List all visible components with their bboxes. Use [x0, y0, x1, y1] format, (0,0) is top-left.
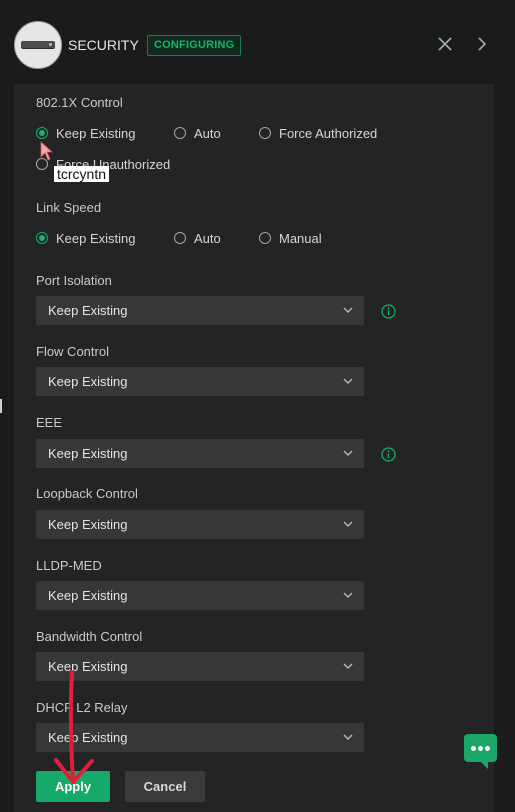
window-edge-marker	[0, 399, 2, 413]
link-speed-manual-radio[interactable]: Manual	[259, 229, 322, 247]
dot1x-label: 802.1X Control	[36, 95, 123, 110]
eee-label: EEE	[36, 415, 63, 430]
status-badge: CONFIGURING	[147, 35, 242, 56]
lldp-med-label: LLDP-MED	[36, 558, 102, 573]
cancel-button[interactable]: Cancel	[125, 771, 205, 802]
chevron-down-icon	[343, 592, 353, 598]
loopback-control-select[interactable]: Keep Existing	[36, 510, 364, 539]
port-isolation-label: Port Isolation	[36, 273, 112, 288]
loopback-control-label: Loopback Control	[36, 486, 138, 501]
chevron-down-icon	[343, 663, 353, 669]
chevron-right-icon[interactable]	[471, 33, 493, 55]
dot1x-force-authorized-radio[interactable]: Force Authorized	[259, 124, 377, 142]
bandwidth-control-label: Bandwidth Control	[36, 629, 143, 644]
chevron-down-icon	[343, 307, 353, 313]
annotation-arrow	[54, 670, 94, 784]
info-icon[interactable]	[381, 304, 396, 319]
flow-control-label: Flow Control	[36, 344, 109, 359]
panel-title: SECURITY	[68, 37, 139, 53]
chevron-down-icon	[343, 450, 353, 456]
dot1x-keep-existing-radio[interactable]: Keep Existing	[36, 124, 136, 142]
chevron-down-icon	[343, 734, 353, 740]
device-avatar	[14, 21, 62, 69]
dot1x-auto-radio[interactable]: Auto	[174, 124, 221, 142]
link-speed-auto-radio[interactable]: Auto	[174, 229, 221, 247]
chat-icon[interactable]	[464, 734, 497, 769]
eee-select[interactable]: Keep Existing	[36, 439, 364, 468]
tooltip-text: tcrcyntn	[54, 166, 110, 182]
lldp-med-select[interactable]: Keep Existing	[36, 581, 364, 610]
link-speed-keep-existing-radio[interactable]: Keep Existing	[36, 229, 136, 247]
info-icon[interactable]	[381, 447, 396, 462]
link-speed-label: Link Speed	[36, 200, 102, 215]
chevron-down-icon	[343, 521, 353, 527]
port-isolation-select[interactable]: Keep Existing	[36, 296, 364, 325]
mouse-cursor-icon	[40, 141, 54, 161]
chevron-down-icon	[343, 378, 353, 384]
panel-header: SECURITY CONFIGURING	[0, 0, 515, 84]
flow-control-select[interactable]: Keep Existing	[36, 367, 364, 396]
close-icon[interactable]	[434, 33, 456, 55]
